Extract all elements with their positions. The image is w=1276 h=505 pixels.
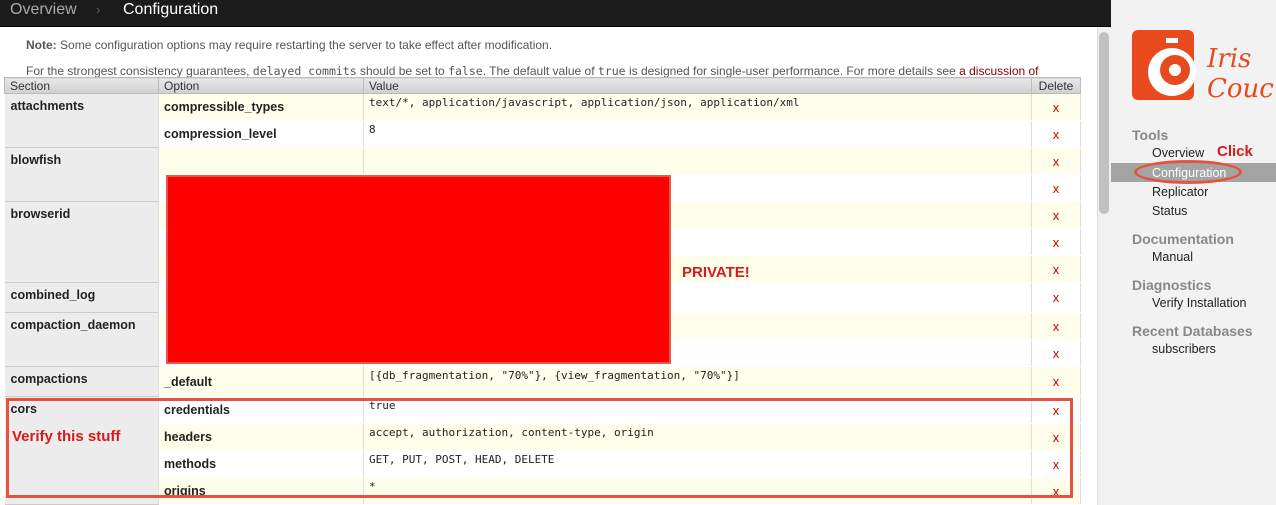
delete-icon[interactable]: x	[1031, 174, 1081, 202]
sidebar-heading-documentation: Documentation	[1132, 231, 1234, 247]
restart-note: Note: Some configuration options may req…	[26, 39, 552, 52]
delete-icon[interactable]: x	[1031, 339, 1081, 367]
note-text: is designed for single-user performance.…	[628, 64, 956, 78]
svg-text:Iris: Iris	[1206, 44, 1251, 74]
table-row: compactions _default [{db_fragmentation,…	[4, 366, 1081, 397]
code-delayed-commits: delayed_commits	[252, 64, 357, 78]
column-header-value: Value	[363, 77, 1032, 94]
sidebar-item-manual[interactable]: Manual	[1152, 250, 1193, 264]
logo-wordmark: Iris Couc	[1205, 41, 1276, 109]
click-highlight-ellipse	[1134, 160, 1242, 184]
section-cell: browserid	[4, 201, 159, 283]
delete-icon[interactable]: x	[1031, 312, 1081, 340]
delete-icon[interactable]: x	[1031, 147, 1081, 175]
click-annotation: Click	[1217, 143, 1253, 160]
breadcrumb: Overview › Configuration	[0, 0, 1111, 27]
note-text: . The default value of	[482, 64, 595, 78]
page-title: Configuration	[123, 1, 219, 18]
code-false: false	[448, 64, 483, 78]
cors-highlight-box	[6, 398, 1073, 498]
sidebar-heading-tools: Tools	[1132, 127, 1169, 143]
table-row: compression_level 8 x	[5, 120, 1081, 148]
column-header-option: Option	[158, 77, 364, 94]
table-row: attachments compressible_types text/*, a…	[4, 93, 1081, 148]
delete-icon[interactable]: x	[1031, 93, 1081, 121]
value-cell[interactable]: 8	[363, 120, 1032, 148]
section-cell: compactions	[4, 366, 159, 397]
delete-icon[interactable]: x	[1031, 255, 1081, 283]
option-cell: compressible_types	[158, 93, 364, 121]
value-cell[interactable]: [{db_fragmentation, "70%"}, {view_fragme…	[363, 366, 1032, 397]
table-header-row: Section Option Value Delete	[4, 77, 1081, 94]
column-header-section: Section	[4, 77, 159, 94]
note-text: should be set to	[360, 64, 445, 78]
code-true: true	[597, 64, 626, 78]
sidebar-item-status[interactable]: Status	[1152, 204, 1187, 218]
private-annotation: PRIVATE!	[682, 264, 750, 281]
section-cell: combined_log	[4, 282, 159, 313]
sidebar-heading-diagnostics: Diagnostics	[1132, 277, 1212, 293]
section-cell: attachments	[4, 93, 159, 148]
option-cell	[158, 147, 364, 175]
delete-icon[interactable]: x	[1031, 201, 1081, 229]
note-text: For the strongest consistency guarantees…	[26, 64, 250, 78]
sidebar-item-subscribers[interactable]: subscribers	[1152, 342, 1216, 356]
option-cell: _default	[158, 366, 364, 397]
value-cell[interactable]: text/*, application/javascript, applicat…	[363, 93, 1032, 121]
note-text: Some configuration options may require r…	[60, 38, 553, 52]
value-cell[interactable]	[363, 147, 1032, 175]
column-header-delete: Delete	[1031, 77, 1081, 94]
sidebar-heading-recent-databases: Recent Databases	[1132, 323, 1253, 339]
sidebar-item-verify-installation[interactable]: Verify Installation	[1152, 296, 1247, 310]
table-row: blowfish x	[4, 147, 1081, 202]
breadcrumb-separator-icon: ›	[96, 2, 101, 17]
verify-annotation: Verify this stuff	[12, 428, 121, 445]
delete-icon[interactable]: x	[1031, 228, 1081, 256]
scrollbar-thumb[interactable]	[1099, 32, 1109, 214]
note-label: Note:	[26, 38, 57, 52]
logo-wordmark-icon: Iris Couc	[1206, 44, 1274, 104]
breadcrumb-overview-link[interactable]: Overview	[10, 0, 77, 20]
sidebar-item-overview[interactable]: Overview	[1152, 146, 1204, 160]
delete-icon[interactable]: x	[1031, 366, 1081, 397]
section-cell: compaction_daemon	[4, 312, 159, 367]
delete-icon[interactable]: x	[1031, 282, 1081, 313]
section-cell: blowfish	[4, 147, 159, 202]
option-cell: compression_level	[158, 120, 364, 148]
redaction-box	[166, 175, 671, 364]
sidebar-item-replicator[interactable]: Replicator	[1152, 185, 1208, 199]
svg-text:Couc: Couc	[1207, 74, 1274, 103]
delete-icon[interactable]: x	[1031, 120, 1081, 148]
